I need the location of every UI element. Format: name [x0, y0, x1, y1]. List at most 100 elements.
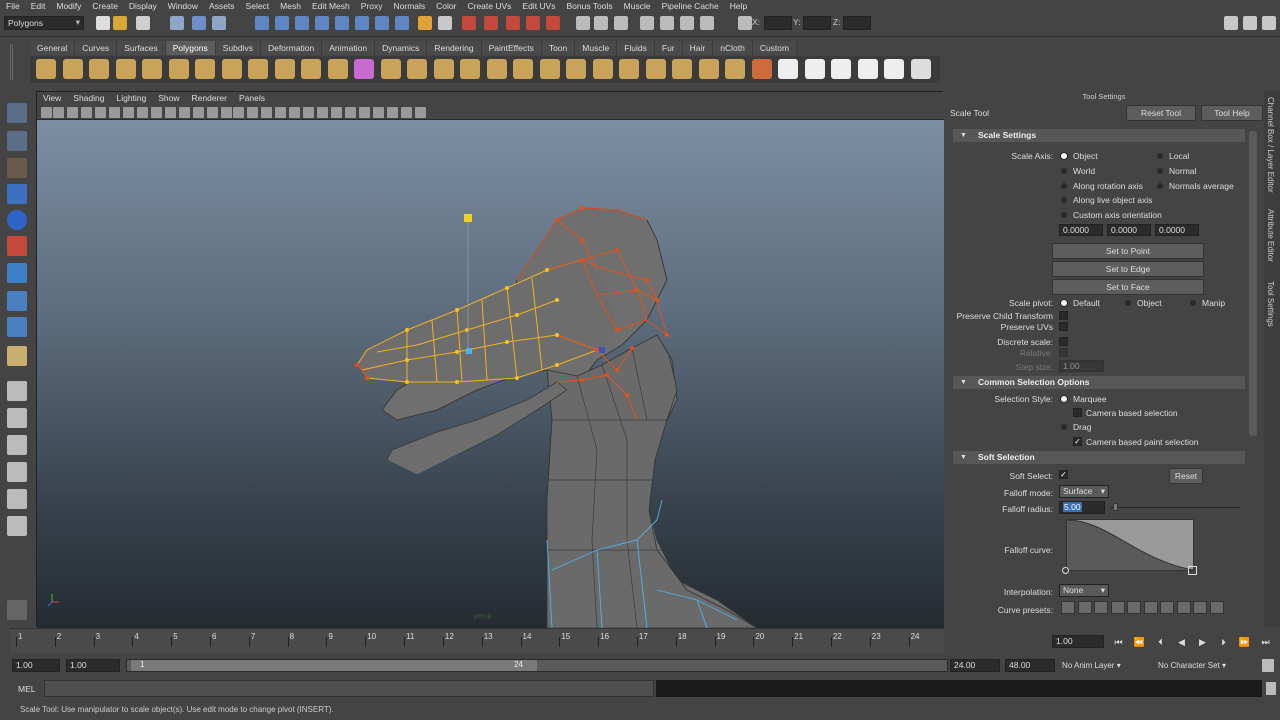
viewport-tool-icon[interactable]	[67, 107, 78, 118]
shelf-tab-dynamics[interactable]: Dynamics	[375, 41, 428, 55]
persp-hypershade-layout-icon[interactable]	[7, 489, 27, 509]
menu-bonus-tools[interactable]: Bonus Tools	[560, 0, 617, 12]
curve-preset-icon[interactable]	[1094, 601, 1108, 614]
shelf-tool-icon[interactable]	[592, 59, 613, 79]
radio-pivot-manip[interactable]	[1190, 300, 1196, 306]
single-pane-layout-icon[interactable]	[7, 381, 27, 401]
viewport-tool-icon[interactable]	[401, 107, 412, 118]
select-component-icon[interactable]	[212, 16, 226, 30]
shelf-tool-icon[interactable]	[460, 59, 480, 79]
shelf-tool-icon[interactable]	[62, 59, 83, 79]
menu-edit-mesh[interactable]: Edit Mesh	[306, 0, 355, 12]
shelf-tool-icon[interactable]	[380, 59, 401, 79]
falloff-radius-field[interactable]: 5.00	[1059, 501, 1105, 514]
radio-normals-average[interactable]	[1157, 183, 1163, 189]
menu-edit[interactable]: Edit	[25, 0, 51, 12]
set-to-face-button[interactable]: Set to Face	[1052, 279, 1204, 295]
go-to-start-icon[interactable]: ⏮	[1112, 636, 1125, 648]
menu-select[interactable]: Select	[240, 0, 275, 12]
menu-mesh[interactable]: Mesh	[274, 0, 306, 12]
shelf-tab-muscle[interactable]: Muscle	[575, 41, 618, 55]
shelf-tool-icon[interactable]	[910, 59, 931, 79]
interpolation-dropdown[interactable]: None ▾	[1059, 584, 1109, 597]
radio-world[interactable]	[1061, 168, 1067, 174]
shelf-tab-general[interactable]: General	[30, 41, 76, 55]
persp-outliner-layout-icon[interactable]	[7, 435, 27, 455]
playback-end-field[interactable]: 24.00	[950, 659, 1000, 672]
viewport-tool-icon[interactable]	[137, 107, 148, 118]
soft-select-reset-button[interactable]: Reset	[1169, 468, 1203, 484]
curve-preset-icon[interactable]	[1176, 601, 1191, 614]
quick-layout-icon[interactable]	[7, 600, 27, 620]
shelf-tool-icon[interactable]	[831, 59, 851, 79]
menu-edit-uvs[interactable]: Edit UVs	[516, 0, 560, 12]
curve-preset-icon[interactable]	[1061, 601, 1075, 614]
absolute-transform-icon[interactable]	[738, 16, 752, 30]
shelf-tool-icon[interactable]	[539, 59, 560, 79]
graph-editor-icon[interactable]	[680, 16, 694, 30]
viewport-tool-icon[interactable]	[123, 107, 134, 118]
shelf-tool-icon[interactable]	[301, 59, 321, 79]
open-scene-icon[interactable]	[113, 16, 127, 30]
custom-axis-x-field[interactable]: 0.0000	[1059, 224, 1103, 236]
shelf-tab-fur[interactable]: Fur	[654, 41, 683, 55]
move-tool-icon[interactable]	[7, 184, 27, 204]
curve-preset-icon[interactable]	[1143, 601, 1158, 614]
help-query-icon[interactable]	[395, 16, 409, 30]
curve-preset-icon[interactable]	[1160, 601, 1174, 614]
range-slider-track[interactable]: 1 24	[126, 659, 948, 672]
anim-end-field[interactable]: 48.00	[1005, 659, 1055, 672]
radio-marquee[interactable]	[1061, 396, 1067, 402]
viewport-tool-icon[interactable]	[109, 107, 120, 118]
sidebar-channels-icon[interactable]	[1262, 16, 1276, 30]
last-tool-icon[interactable]	[7, 346, 27, 366]
shelf-tool-icon[interactable]	[274, 59, 295, 79]
go-to-end-icon[interactable]: ⏭	[1259, 636, 1272, 648]
camera-based-checkbox[interactable]	[1073, 408, 1082, 417]
viewport-tool-icon[interactable]	[359, 107, 370, 118]
persp-graph-layout-icon[interactable]	[7, 462, 27, 482]
history-icon[interactable]	[355, 16, 369, 30]
channel-box-toggle-icon[interactable]	[614, 16, 628, 30]
construction-icon[interactable]	[375, 16, 389, 30]
new-scene-icon[interactable]	[96, 16, 110, 30]
preserve-child-checkbox[interactable]	[1059, 311, 1068, 320]
curve-preset-icon[interactable]	[1077, 601, 1092, 614]
shelf-tab-custom[interactable]: Custom	[752, 41, 798, 55]
viewport-menu-lighting[interactable]: Lighting	[110, 92, 152, 105]
snap-view-plane-icon[interactable]	[315, 16, 329, 30]
command-input[interactable]	[44, 680, 654, 697]
shelf-tool-icon[interactable]	[486, 59, 507, 79]
curve-start-key[interactable]	[1062, 567, 1069, 574]
curve-end-key[interactable]	[1188, 566, 1197, 575]
shelf-tool-icon[interactable]	[513, 59, 533, 79]
viewport-tool-icon[interactable]	[289, 107, 300, 118]
camera-paint-checkbox[interactable]: ✓	[1073, 437, 1082, 446]
custom-axis-y-field[interactable]: 0.0000	[1107, 224, 1151, 236]
curve-preset-icon[interactable]	[1209, 601, 1224, 614]
viewport-tool-icon[interactable]	[247, 107, 258, 118]
viewport-menu-show[interactable]: Show	[152, 92, 185, 105]
viewport-tool-icon[interactable]	[221, 107, 232, 118]
shelf-tool-icon[interactable]	[884, 59, 904, 79]
shelf-tab-fluids[interactable]: Fluids	[617, 41, 655, 55]
play-forwards-icon[interactable]: ▶	[1196, 636, 1209, 648]
universal-manip-icon[interactable]	[7, 263, 27, 283]
step-forward-frame-icon[interactable]: ⏵	[1217, 636, 1230, 648]
falloff-radius-slider-handle[interactable]	[1113, 503, 1118, 511]
shelf-tool-icon[interactable]	[778, 59, 798, 79]
reset-tool-button[interactable]: Reset Tool	[1126, 105, 1196, 121]
menu-assets[interactable]: Assets	[203, 0, 240, 12]
step-back-frame-icon[interactable]: ⏴	[1154, 636, 1167, 648]
scene-view[interactable]: persp	[37, 120, 944, 628]
attribute-editor-toggle-icon[interactable]	[576, 16, 590, 30]
common-selection-header[interactable]: Common Selection Options	[953, 376, 1245, 389]
render-settings-icon[interactable]	[506, 16, 520, 30]
shelf-tool-icon[interactable]	[725, 59, 745, 79]
set-to-edge-button[interactable]: Set to Edge	[1052, 261, 1204, 277]
menu-file[interactable]: File	[0, 0, 25, 12]
input-ops-icon[interactable]	[438, 16, 452, 30]
scale-settings-header[interactable]: Scale Settings	[953, 129, 1245, 142]
radio-along-live[interactable]	[1061, 197, 1067, 203]
time-slider[interactable]: 1 2 3 4 5 6 7 8 9 10 11 12 13 14 15 16 17 18 19 20 21 22 23 24	[10, 628, 944, 653]
